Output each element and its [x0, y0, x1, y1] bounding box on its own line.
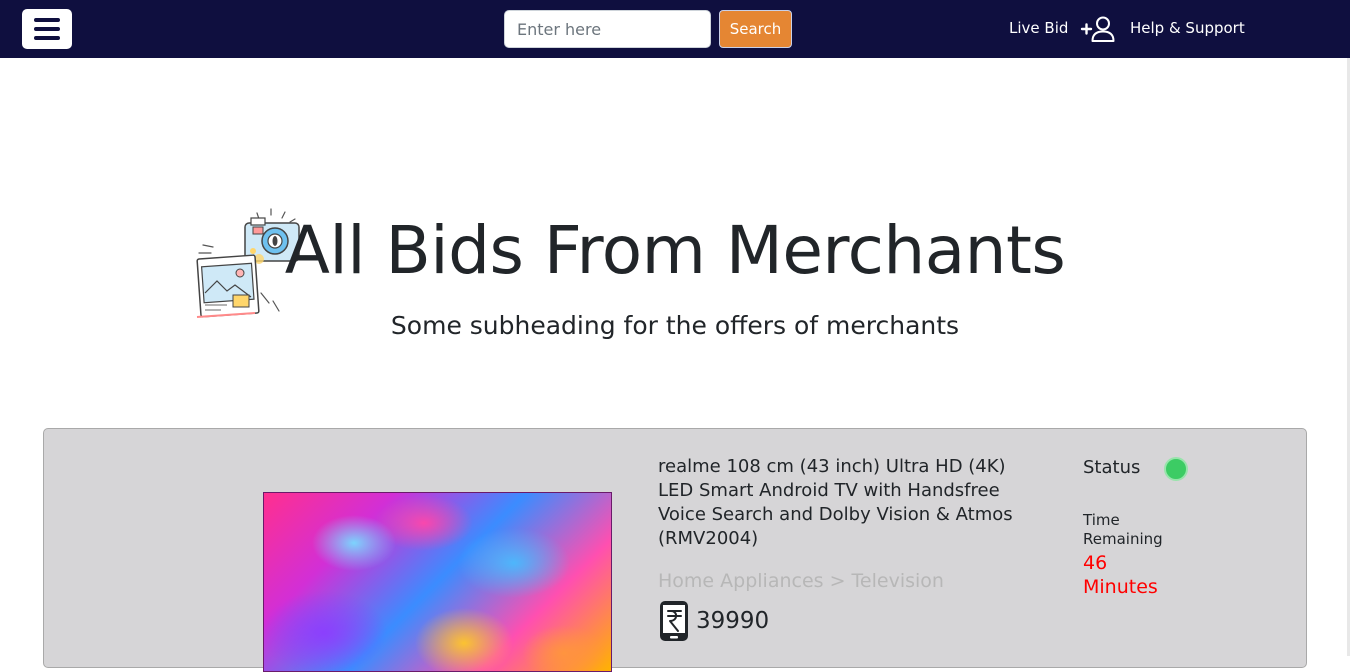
bid-card[interactable]: realme 108 cm (43 inch) Ultra HD (4K) LE…	[43, 428, 1307, 672]
menu-icon-bar	[34, 36, 60, 40]
nav-help-support[interactable]: Help & Support	[1130, 19, 1245, 37]
page-title: All Bids From Merchants	[284, 212, 1066, 289]
time-remaining-label: Time Remaining	[1083, 511, 1163, 548]
search-input[interactable]	[504, 10, 711, 48]
product-image[interactable]	[263, 492, 612, 672]
page-subtitle: Some subheading for the offers of mercha…	[390, 311, 960, 340]
mobile-rupee-icon	[660, 601, 688, 641]
top-navbar: Search Live Bid Help & Support	[0, 0, 1350, 58]
menu-icon-bar	[34, 27, 60, 31]
time-remaining-value: 46 Minutes	[1083, 552, 1158, 598]
menu-icon-bar	[34, 18, 60, 22]
menu-button[interactable]	[22, 9, 72, 49]
product-title[interactable]: realme 108 cm (43 inch) Ultra HD (4K) LE…	[658, 455, 1038, 551]
status-label: Status	[1083, 457, 1141, 478]
bid-price: 39990	[696, 608, 770, 634]
status-dot	[1164, 457, 1188, 481]
search-button[interactable]: Search	[719, 10, 792, 48]
nav-live-bid[interactable]: Live Bid	[1009, 19, 1068, 37]
category-breadcrumb: Home Appliances > Television	[658, 570, 944, 592]
price-row: 39990	[658, 599, 769, 643]
user-plus-icon[interactable]	[1080, 15, 1116, 43]
